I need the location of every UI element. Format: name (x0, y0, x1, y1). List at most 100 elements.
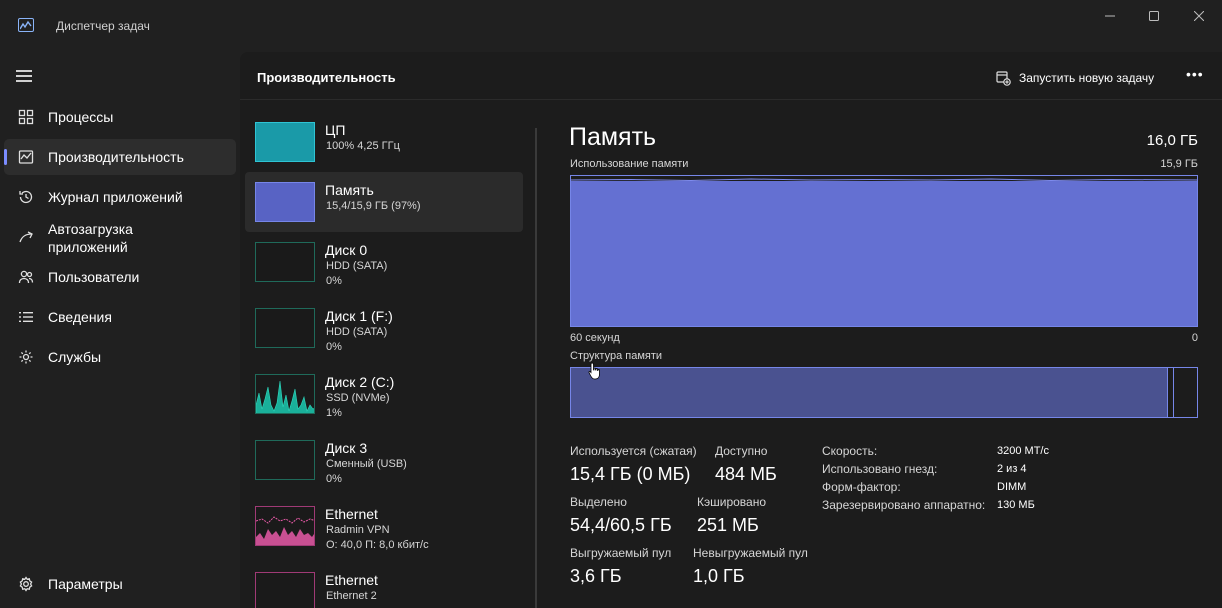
close-icon (1194, 11, 1204, 21)
sidebar-item-label: Сведения (48, 309, 112, 325)
sidebar-item-users[interactable]: Пользователи (4, 259, 236, 295)
grid-icon (18, 109, 34, 125)
device-sub: 15,4/15,9 ГБ (97%) (326, 200, 421, 212)
device-name: Ethernet (325, 572, 378, 588)
window-title: Диспетчер задач (56, 19, 150, 33)
ethernet-thumbnail-graph (255, 506, 315, 546)
device-sub: 0% (326, 473, 342, 485)
device-sub: HDD (SATA) (326, 260, 388, 272)
sidebar-item-label: Автозагрузка приложений (48, 221, 133, 255)
run-new-task-label: Запустить новую задачу (1019, 71, 1155, 85)
usage-graph-max: 15,9 ГБ (1160, 158, 1198, 170)
maximize-button[interactable] (1131, 0, 1177, 32)
sidebar-item-processes[interactable]: Процессы (4, 99, 236, 135)
disk1-thumbnail-graph (255, 308, 315, 348)
paged-pool-value: 3,6 ГБ (570, 566, 622, 586)
detail-total-capacity: 16,0 ГБ (1146, 132, 1198, 149)
in-use-label: Используется (сжатая) (570, 444, 697, 458)
sidebar-item-services[interactable]: Службы (4, 339, 236, 375)
disk2-thumbnail-graph (255, 374, 315, 414)
sidebar-item-details[interactable]: Сведения (4, 299, 236, 335)
sidebar-item-settings[interactable]: Параметры (4, 566, 236, 602)
device-item-disk1[interactable]: Диск 1 (F:) HDD (SATA) 0% (245, 298, 523, 358)
minimize-button[interactable] (1087, 0, 1133, 32)
cached-value: 251 МБ (697, 515, 759, 535)
memory-usage-graph (570, 175, 1198, 327)
startup-icon (18, 230, 34, 246)
form-factor-label: Форм-фактор: (822, 480, 901, 494)
device-item-disk2[interactable]: Диск 2 (C:) SSD (NVMe) 1% (245, 364, 523, 424)
sidebar-item-app-history[interactable]: Журнал приложений (4, 179, 236, 215)
device-item-disk3[interactable]: Диск 3 Сменный (USB) 0% (245, 430, 523, 490)
device-name: Память (325, 182, 374, 198)
more-options-icon[interactable]: ••• (1186, 67, 1204, 81)
title-bar: Диспетчер задач (0, 0, 1222, 52)
available-label: Доступно (715, 444, 768, 458)
device-sub: О: 40,0 П: 8,0 кбит/с (326, 539, 429, 551)
composition-in-use-segment (571, 368, 1168, 417)
task-manager-app-icon (18, 18, 34, 32)
device-sub: SSD (NVMe) (326, 392, 390, 404)
device-item-ethernet-radmin[interactable]: Ethernet Radmin VPN О: 40,0 П: 8,0 кбит/… (245, 496, 523, 556)
sidebar: Процессы Производительность Журнал прило… (0, 52, 240, 608)
composition-modified-segment (1168, 368, 1174, 417)
graph-axis-right: 0 (1191, 332, 1198, 344)
disk0-thumbnail-graph (255, 242, 315, 282)
sidebar-item-label: Процессы (48, 109, 114, 125)
maximize-icon (1149, 11, 1159, 21)
committed-value: 54,4/60,5 ГБ (570, 515, 672, 535)
device-item-memory[interactable]: Память 15,4/15,9 ГБ (97%) (245, 172, 523, 232)
available-value: 484 МБ (715, 464, 777, 484)
device-sub: HDD (SATA) (326, 326, 388, 338)
performance-icon (18, 149, 34, 165)
users-icon (18, 269, 34, 285)
panel-splitter[interactable] (535, 128, 537, 608)
nonpaged-pool-label: Невыгружаемый пул (693, 546, 808, 560)
device-name: Ethernet (325, 506, 378, 522)
speed-value: 3200 МТ/с (997, 445, 1049, 457)
paged-pool-label: Выгружаемый пул (570, 546, 672, 560)
sidebar-item-performance[interactable]: Производительность (4, 139, 236, 175)
run-new-task-button[interactable]: Запустить новую задачу (996, 70, 1154, 86)
sidebar-item-label: Журнал приложений (48, 189, 183, 205)
sidebar-item-label: Пользователи (48, 269, 140, 285)
device-item-ethernet-2[interactable]: Ethernet Ethernet 2 (245, 562, 523, 608)
sidebar-item-startup[interactable]: Автозагрузка приложений (4, 219, 236, 257)
device-name: Диск 2 (C:) (325, 374, 395, 390)
page-title: Производительность (257, 70, 396, 85)
hardware-reserved-value: 130 МБ (997, 499, 1035, 511)
nonpaged-pool-value: 1,0 ГБ (693, 566, 745, 586)
sidebar-item-label: Службы (48, 349, 102, 365)
history-icon (18, 189, 34, 205)
details-icon (18, 309, 34, 325)
services-icon (18, 349, 34, 365)
device-item-cpu[interactable]: ЦП 100% 4,25 ГГц (245, 112, 523, 172)
speed-label: Скорость: (822, 444, 878, 458)
slots-value: 2 из 4 (997, 463, 1027, 475)
ethernet2-thumbnail-graph (255, 572, 315, 608)
memory-composition-bar (570, 367, 1198, 418)
device-item-disk0[interactable]: Диск 0 HDD (SATA) 0% (245, 232, 523, 292)
main-panel: Производительность Запустить новую задач… (240, 52, 1222, 608)
device-name: Диск 3 (325, 440, 368, 456)
close-button[interactable] (1176, 0, 1222, 32)
form-factor-value: DIMM (997, 481, 1027, 493)
device-sub: 100% 4,25 ГГц (326, 140, 400, 152)
device-sub: Ethernet 2 (326, 590, 377, 602)
composition-label: Структура памяти (570, 350, 663, 362)
hamburger-menu-icon[interactable] (16, 70, 32, 82)
device-name: ЦП (325, 122, 346, 138)
device-sub: 0% (326, 275, 342, 287)
mouse-pointer-icon (588, 362, 602, 385)
slots-label: Использовано гнезд: (822, 462, 938, 476)
device-sub: 1% (326, 407, 342, 419)
usage-graph-label: Использование памяти (570, 158, 689, 170)
device-name: Диск 1 (F:) (325, 308, 393, 324)
hardware-reserved-label: Зарезервировано аппаратно: (822, 498, 986, 512)
device-sub: 0% (326, 341, 342, 353)
detail-title: Память (569, 123, 657, 151)
gear-icon (18, 576, 34, 592)
sidebar-item-label: Параметры (48, 576, 123, 592)
new-task-icon (996, 70, 1011, 86)
cached-label: Кэшировано (697, 495, 767, 509)
